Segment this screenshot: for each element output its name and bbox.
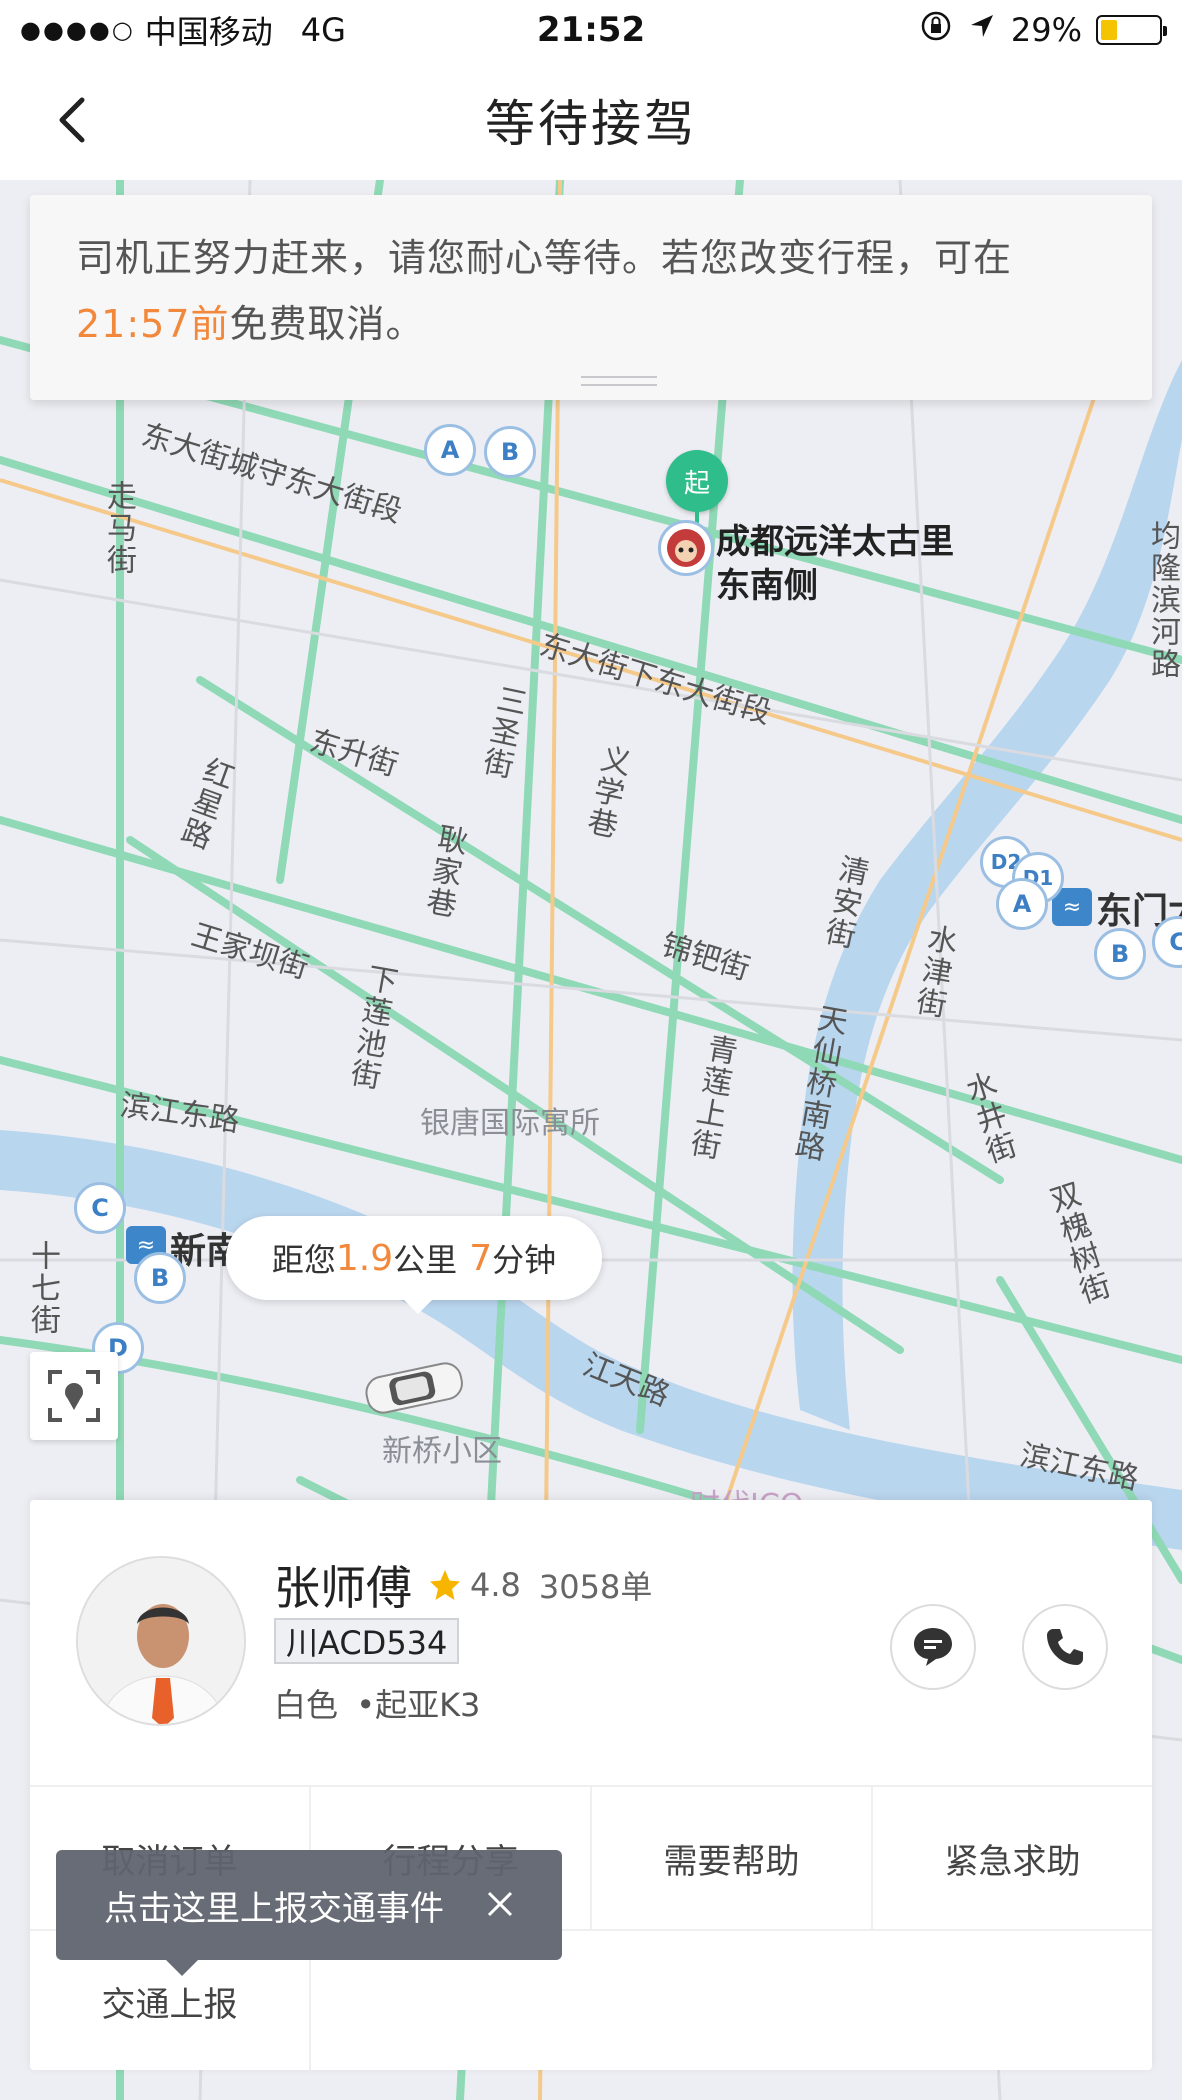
pickup-location-label: 成都远洋太古里 东南侧 bbox=[716, 520, 954, 608]
order-count: 3058单 bbox=[538, 1568, 653, 1606]
bus-stop-marker[interactable]: A bbox=[424, 424, 476, 476]
chat-icon bbox=[914, 1628, 952, 1666]
notice-text-rest: 免费取消。 bbox=[229, 302, 425, 346]
need-help-button[interactable]: 需要帮助 bbox=[592, 1787, 873, 1929]
pickup-name-line1: 成都远洋太古里 bbox=[716, 522, 954, 562]
rating-value: 4.8 bbox=[470, 1566, 521, 1604]
status-left: ●●●●○ 中国移动 4G bbox=[20, 7, 346, 53]
eta-distance: 1.9 bbox=[335, 1237, 394, 1279]
driver-name: 张师傅 bbox=[274, 1561, 412, 1615]
car-color: 白色 bbox=[274, 1686, 339, 1724]
car-description: 白色 •起亚K3 bbox=[274, 1680, 480, 1726]
network-type: 4G bbox=[300, 11, 346, 49]
road-label: 均隆滨河路 bbox=[1145, 520, 1180, 680]
notice-card: 司机正努力赶来，请您耐心等待。若您改变行程，可在 21:57前免费取消。 bbox=[30, 195, 1152, 400]
driver-info: 张师傅 4.8 3058单 川ACD534 白色 •起亚K3 bbox=[30, 1500, 1152, 1785]
pickup-location-icon bbox=[658, 520, 714, 576]
pickup-marker-text: 起 bbox=[683, 468, 710, 499]
place-label: 新桥小区 bbox=[382, 1434, 502, 1469]
road-label: 走马街 bbox=[101, 480, 136, 576]
notice-text-line1: 司机正努力赶来，请您耐心等待。若您改变行程，可在 bbox=[76, 236, 1013, 280]
star-icon bbox=[430, 1570, 460, 1600]
driver-rating: 4.8 3058单 bbox=[428, 1562, 652, 1608]
battery-percent: 29% bbox=[1010, 11, 1082, 49]
drag-handle[interactable] bbox=[581, 376, 657, 386]
traffic-report-tooltip: 点击这里上报交通事件 bbox=[56, 1850, 562, 1976]
locate-icon bbox=[48, 1370, 100, 1422]
free-cancel-deadline: 21:57前 bbox=[76, 302, 230, 346]
driver-car-icon bbox=[365, 1362, 463, 1414]
location-arrow-icon bbox=[967, 11, 997, 49]
message-driver-button[interactable] bbox=[890, 1604, 976, 1690]
eta-bubble: 距您 1.9 公里 7 分钟 bbox=[226, 1216, 602, 1314]
tooltip-text: 点击这里上报交通事件 bbox=[104, 1888, 444, 1929]
eta-minutes: 7 bbox=[469, 1237, 493, 1279]
sos-button[interactable]: 紧急求助 bbox=[873, 1787, 1152, 1929]
pickup-name-line2: 东南侧 bbox=[716, 566, 818, 606]
close-icon bbox=[487, 1891, 513, 1917]
license-plate: 川ACD534 bbox=[274, 1618, 460, 1664]
back-button[interactable] bbox=[40, 88, 104, 152]
orientation-lock-icon bbox=[919, 9, 953, 51]
status-right: 29% bbox=[919, 9, 1167, 51]
phone-icon bbox=[1047, 1629, 1083, 1665]
eta-prefix: 距您 bbox=[271, 1241, 336, 1279]
notice-text-line2: 21:57前免费取消。 bbox=[76, 291, 1106, 357]
car-model: •起亚K3 bbox=[356, 1686, 481, 1724]
bus-stop-marker[interactable]: C bbox=[74, 1182, 126, 1234]
place-label: 银唐国际寓所 bbox=[420, 1106, 600, 1141]
locate-me-button[interactable] bbox=[30, 1352, 118, 1440]
page-title: 等待接驾 bbox=[485, 95, 697, 153]
tooltip-close-button[interactable] bbox=[478, 1882, 522, 1926]
bus-stop-marker[interactable]: A bbox=[996, 878, 1048, 930]
bus-stop-marker[interactable]: B bbox=[1094, 928, 1146, 980]
call-driver-button[interactable] bbox=[1022, 1604, 1108, 1690]
bus-stop-marker[interactable]: B bbox=[134, 1252, 186, 1304]
chevron-left-icon bbox=[59, 97, 85, 143]
eta-minutes-unit: 分钟 bbox=[492, 1241, 557, 1279]
driver-card: 张师傅 4.8 3058单 川ACD534 白色 •起亚K3 取消订单 行程分享… bbox=[30, 1500, 1152, 2071]
status-bar: ●●●●○ 中国移动 4G 21:52 29% bbox=[0, 0, 1182, 60]
nav-bar: 等待接驾 bbox=[0, 60, 1182, 180]
carrier-name: 中国移动 bbox=[144, 13, 273, 51]
driver-avatar[interactable] bbox=[76, 1556, 246, 1726]
eta-distance-unit: 公里 bbox=[393, 1241, 458, 1279]
pickup-marker: 起 bbox=[666, 450, 728, 512]
bus-stop-marker[interactable]: B bbox=[484, 426, 536, 478]
battery-icon bbox=[1096, 15, 1167, 45]
signal-strength-icon: ●●●●○ bbox=[20, 16, 135, 44]
road-label: 十七街 bbox=[25, 1240, 60, 1336]
